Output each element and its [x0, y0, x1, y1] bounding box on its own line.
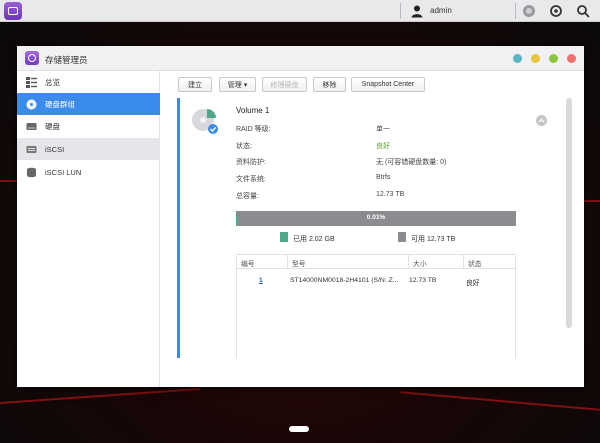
manage-button[interactable]: 管理 ▾ [219, 77, 256, 92]
total-capacity-label: 总容量: [236, 193, 259, 200]
sidebar-item-iscsi[interactable]: iSCSI [17, 138, 160, 160]
settings-icon[interactable] [549, 4, 563, 18]
data-protection-label: 资料防护: [236, 159, 266, 166]
volume-title: Volume 1 [236, 106, 270, 115]
app-menu-icon [8, 7, 18, 15]
search-icon[interactable] [576, 4, 590, 18]
volume-icon [192, 109, 218, 134]
file-system-value: Btrfs [376, 174, 391, 181]
pin-button[interactable] [531, 54, 540, 63]
disk-group-icon [26, 99, 37, 109]
status-label: 状态: [236, 143, 252, 150]
window-title: 存储管理员 [45, 55, 88, 65]
status-value: 良好 [376, 143, 390, 150]
window-title-bar[interactable]: 存储管理员 [17, 46, 584, 71]
free-legend-label: 可用 12.73 TB [411, 236, 456, 243]
column-header-size[interactable]: 大小 [409, 255, 464, 269]
total-capacity-value: 12.73 TB [376, 191, 405, 198]
background-stripe [584, 200, 600, 202]
disk-table: 编号 型号 大小 状态 1 ST14000NM0018-2H4101 (S/N:… [236, 254, 517, 358]
used-legend-label: 已用 2.02 GB [293, 236, 335, 243]
maximize-button[interactable] [549, 54, 558, 63]
sidebar-item-overview[interactable]: 总览 [17, 71, 160, 93]
background-stripe [0, 180, 17, 182]
usage-bar: 0.01% [236, 211, 516, 226]
close-button[interactable] [567, 54, 576, 63]
dock-indicator[interactable] [289, 426, 309, 432]
snapshot-center-button[interactable]: Snapshot Center [351, 77, 425, 92]
chevron-up-icon [538, 118, 545, 123]
notification-icon[interactable] [522, 4, 536, 18]
disk-icon [26, 122, 37, 130]
main-menu-button[interactable] [4, 2, 22, 20]
column-header-status[interactable]: 状态 [464, 255, 517, 269]
top-bar: admin [0, 0, 600, 22]
user-icon[interactable] [410, 4, 424, 18]
column-header-model[interactable]: 型号 [288, 255, 409, 269]
repair-button[interactable]: 修理硬盘 [262, 77, 307, 92]
disk-size: 12.73 TB [409, 277, 437, 284]
sidebar-item-label: 硬盘群组 [45, 99, 75, 109]
user-name[interactable]: admin [430, 6, 452, 15]
iscsi-lun-icon [27, 167, 36, 177]
top-bar-divider [515, 3, 516, 19]
scrollbar[interactable] [566, 98, 572, 328]
free-legend-swatch [398, 232, 406, 242]
storage-manager-icon [25, 51, 39, 65]
raid-level-value: 单一 [376, 126, 390, 133]
used-legend-swatch [280, 232, 288, 242]
sidebar: 总览 硬盘群组 硬盘 iSCSI iSCSI LUN [17, 71, 160, 387]
sidebar-item-label: 总览 [45, 77, 60, 87]
disk-model: ST14000NM0018-2H4101 (S/N: Z... [290, 277, 399, 284]
column-header-number[interactable]: 编号 [237, 255, 288, 269]
sidebar-item-disk[interactable]: 硬盘 [17, 115, 160, 137]
sidebar-item-label: 硬盘 [45, 121, 60, 131]
sidebar-item-label: iSCSI [45, 144, 65, 154]
remove-button[interactable]: 移除 [313, 77, 346, 92]
sidebar-item-label: iSCSI LUN [45, 167, 82, 177]
collapse-button[interactable] [536, 115, 547, 126]
background-stripe [0, 388, 200, 404]
sidebar-item-iscsi-lun[interactable]: iSCSI LUN [17, 161, 160, 183]
top-bar-divider [400, 3, 401, 19]
data-protection-value: 无 (可容错硬盘数量: 0) [376, 159, 447, 166]
help-button[interactable] [513, 54, 522, 63]
iscsi-icon [26, 145, 37, 153]
background-stripe [400, 391, 600, 411]
usage-percent: 0.01% [366, 214, 386, 221]
disk-status: 良好 [466, 280, 480, 287]
raid-level-label: RAID 等级: [236, 126, 271, 133]
create-button[interactable]: 建立 [178, 77, 212, 92]
overview-icon [26, 76, 37, 88]
storage-manager-window: 存储管理员 总览 硬盘群组 硬盘 iSCSI iSCSI LUN 建立 管理 ▾… [17, 46, 584, 387]
file-system-label: 文件系统: [236, 176, 266, 183]
disk-number-link[interactable]: 1 [255, 277, 263, 284]
sidebar-item-disk-group[interactable]: 硬盘群组 [17, 93, 160, 115]
